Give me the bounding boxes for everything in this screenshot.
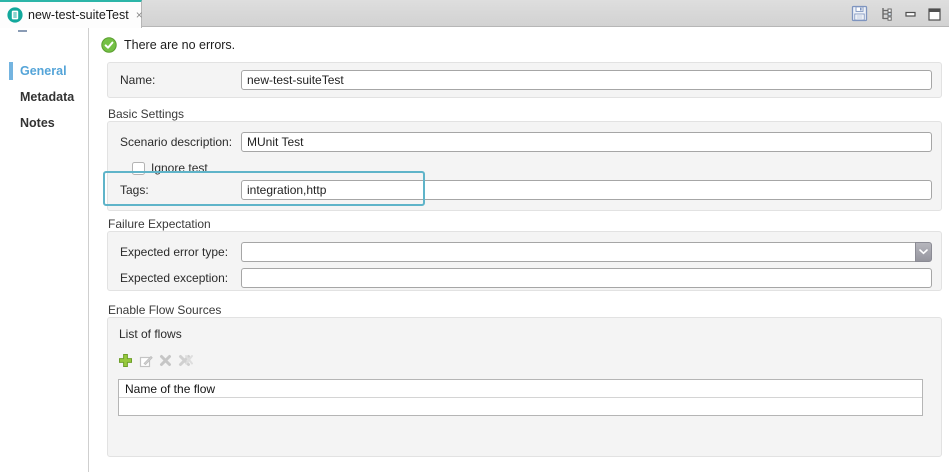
outline-icon[interactable] [879, 6, 894, 22]
expected-error-type-row: Expected error type: [120, 242, 932, 262]
sidebar-item-metadata[interactable]: Metadata [0, 84, 88, 110]
basic-settings-header: Basic Settings [108, 107, 184, 121]
status-message: There are no errors. [124, 38, 235, 52]
general-form: There are no errors. Name: Basic Setting… [90, 28, 949, 472]
flows-toolbar [118, 353, 194, 368]
name-label: Name: [120, 73, 241, 87]
sidebar-item-notes[interactable]: Notes [0, 110, 88, 136]
sidebar-item-label: General [20, 64, 67, 78]
close-icon[interactable]: × [136, 9, 143, 21]
maximize-icon[interactable] [928, 7, 941, 21]
expected-exception-label: Expected exception: [120, 271, 241, 285]
active-indicator-bar [9, 62, 13, 80]
ignore-test-label: Ignore test [151, 161, 208, 175]
flows-empty-row [119, 398, 922, 415]
tags-label: Tags: [120, 183, 241, 197]
ignore-test-checkbox[interactable] [132, 162, 145, 175]
scenario-field-row: Scenario description: [120, 132, 932, 152]
edit-flow-icon[interactable] [139, 354, 153, 368]
status-row: There are no errors. [101, 37, 235, 53]
sidebar-dash [18, 30, 27, 32]
chevron-down-icon[interactable] [915, 242, 932, 262]
minimize-icon[interactable] [905, 7, 917, 21]
scenario-description-label: Scenario description: [120, 135, 241, 149]
expected-exception-input[interactable] [241, 268, 932, 288]
save-icon[interactable] [851, 5, 868, 22]
expected-exception-row: Expected exception: [120, 268, 932, 288]
sidebar-item-label: Metadata [20, 90, 74, 104]
remove-all-flows-icon[interactable] [178, 354, 194, 367]
tab-new-test-suite[interactable]: new-test-suiteTest × [0, 0, 142, 28]
form-sidebar: General Metadata Notes [0, 28, 89, 472]
name-panel: Name: [107, 62, 942, 98]
failure-expectation-panel: Expected error type: Expected exception: [107, 231, 942, 291]
expected-error-type-value[interactable] [241, 242, 915, 262]
flows-column-header: Name of the flow [119, 380, 922, 398]
failure-expectation-header: Failure Expectation [108, 217, 211, 231]
basic-settings-panel: Scenario description: Ignore test Tags: [107, 121, 942, 211]
ignore-test-row: Ignore test [132, 160, 208, 176]
expected-error-type-combobox[interactable] [241, 242, 932, 262]
add-flow-icon[interactable] [118, 353, 133, 368]
enable-flow-sources-panel: List of flows Name of the flow [107, 317, 942, 457]
expected-error-type-label: Expected error type: [120, 245, 241, 259]
remove-flow-icon[interactable] [159, 354, 172, 367]
check-circle-icon [101, 37, 117, 53]
editor-toolbar [851, 0, 941, 27]
sidebar-item-general[interactable]: General [0, 58, 88, 84]
tags-field-row: Tags: [120, 180, 932, 200]
flows-list[interactable]: Name of the flow [118, 379, 923, 416]
enable-flow-sources-header: Enable Flow Sources [108, 303, 221, 317]
name-field-row: Name: [120, 70, 932, 90]
test-suite-icon [7, 7, 23, 23]
list-of-flows-title: List of flows [119, 327, 182, 341]
sidebar-item-label: Notes [20, 116, 55, 130]
tab-title: new-test-suiteTest [28, 8, 129, 22]
tags-input[interactable] [241, 180, 932, 200]
scenario-description-input[interactable] [241, 132, 932, 152]
name-input[interactable] [241, 70, 932, 90]
